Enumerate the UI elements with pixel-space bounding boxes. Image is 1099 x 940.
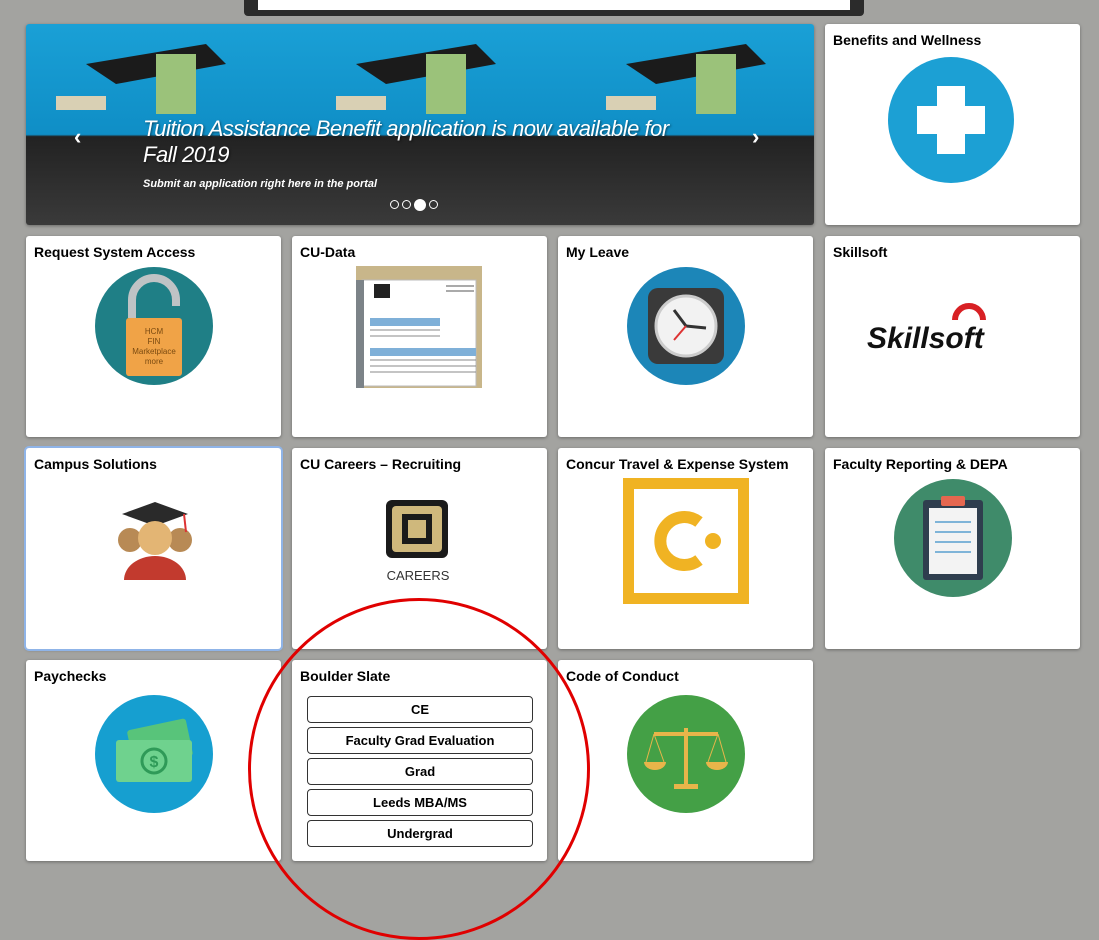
skillsoft-logo-icon: Skillsoft: [867, 303, 986, 355]
tile-title: Request System Access: [34, 244, 196, 260]
tile-faculty-reporting[interactable]: Faculty Reporting & DEPA: [825, 448, 1080, 649]
carousel-next-arrow-icon[interactable]: ›: [752, 124, 759, 150]
scales-of-justice-icon: [627, 695, 745, 813]
clipboard-icon: [894, 479, 1012, 597]
tile-boulder-slate[interactable]: Boulder Slate CE Faculty Grad Evaluation…: [292, 660, 547, 861]
lock-text-1: HCM: [145, 327, 164, 336]
tile-title: CU-Data: [300, 244, 356, 260]
tile-cu-careers[interactable]: CU Careers – Recruiting CAREERS: [292, 448, 547, 649]
tile-title: Faculty Reporting & DEPA: [833, 456, 1008, 472]
tile-campus-solutions[interactable]: Campus Solutions: [26, 448, 281, 649]
clock-icon: [627, 267, 745, 385]
svg-text:$: $: [150, 754, 159, 771]
slate-button-grad[interactable]: Grad: [307, 758, 533, 785]
graduates-icon: [118, 502, 192, 580]
tile-cu-data[interactable]: CU-Data: [292, 236, 547, 437]
tile-paychecks[interactable]: Paychecks $: [26, 660, 281, 861]
concur-logo-icon: [623, 478, 749, 604]
carousel-headline[interactable]: Tuition Assistance Benefit application i…: [143, 116, 703, 168]
skillsoft-logo-text: Skillsoft: [867, 322, 986, 355]
carousel-prev-arrow-icon[interactable]: ‹: [74, 124, 81, 150]
tile-title: CU Careers – Recruiting: [300, 456, 462, 472]
document-form-icon: [356, 266, 482, 388]
tile-title: My Leave: [566, 244, 630, 260]
tile-title: Benefits and Wellness: [833, 32, 982, 48]
lock-text-4: more: [145, 357, 164, 366]
tile-title: Paychecks: [34, 668, 107, 684]
tile-skillsoft[interactable]: Skillsoft Skillsoft: [825, 236, 1080, 437]
money-bills-icon: $: [95, 695, 213, 813]
slate-button-ce[interactable]: CE: [307, 696, 533, 723]
medical-cross-icon: [888, 57, 1014, 183]
top-header-bar: [244, 0, 864, 16]
slate-button-undergrad[interactable]: Undergrad: [307, 820, 533, 847]
slate-button-leeds-mba-ms[interactable]: Leeds MBA/MS: [307, 789, 533, 816]
carousel-dot-2[interactable]: [402, 200, 411, 209]
careers-logo-text: CAREERS: [387, 568, 450, 583]
tile-request-system-access[interactable]: Request System Access HCM FIN Marketplac…: [26, 236, 281, 437]
cu-careers-logo-icon: CAREERS: [386, 500, 450, 583]
carousel-dot-3[interactable]: [414, 199, 426, 211]
tile-code-of-conduct[interactable]: Code of Conduct: [558, 660, 813, 861]
carousel-pagination: [390, 199, 438, 211]
tile-title: Concur Travel & Expense System: [566, 456, 789, 472]
padlock-icon: HCM FIN Marketplace more: [95, 267, 213, 385]
lock-text-3: Marketplace: [132, 347, 176, 356]
tile-title: Code of Conduct: [566, 668, 679, 684]
slate-button-faculty-grad-evaluation[interactable]: Faculty Grad Evaluation: [307, 727, 533, 754]
tile-title: Boulder Slate: [300, 668, 391, 684]
tile-benefits-wellness[interactable]: Benefits and Wellness: [825, 24, 1080, 225]
lock-text-2: FIN: [148, 337, 161, 346]
announcement-carousel[interactable]: Tuition Assistance Benefit application i…: [26, 24, 814, 225]
carousel-subtitle: Submit an application right here in the …: [143, 178, 378, 190]
tile-my-leave[interactable]: My Leave: [558, 236, 813, 437]
carousel-dot-1[interactable]: [390, 200, 399, 209]
carousel-dot-4[interactable]: [429, 200, 438, 209]
tile-concur[interactable]: Concur Travel & Expense System: [558, 448, 813, 649]
tile-title: Campus Solutions: [34, 456, 157, 472]
tile-title: Skillsoft: [833, 244, 888, 260]
